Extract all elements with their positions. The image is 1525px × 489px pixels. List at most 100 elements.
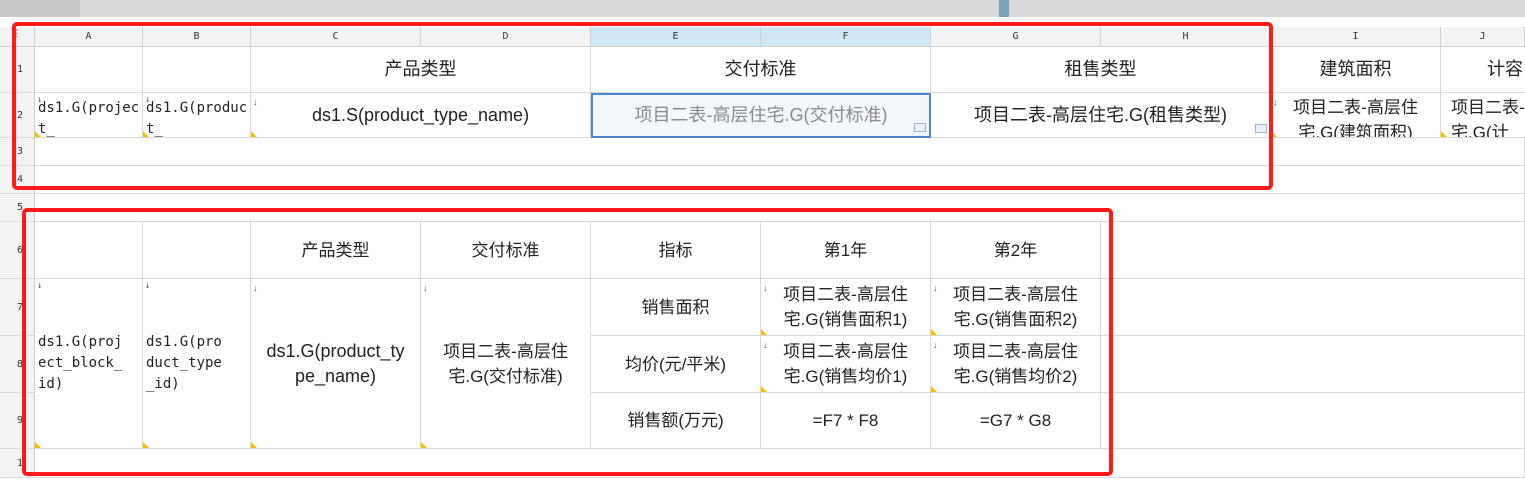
- cell-e1-delivery-standard[interactable]: 交付标准: [591, 47, 931, 93]
- row-header-8[interactable]: 8: [0, 336, 35, 393]
- cell-b2[interactable]: ↓ ds1.G(product_: [143, 93, 251, 138]
- row-header-3[interactable]: 3: [0, 138, 35, 166]
- cell-f8[interactable]: ↓ 项目二表-高层住宅.G(销售均价1): [761, 336, 931, 393]
- cell-g2[interactable]: 项目二表-高层住宅.G(租售类型): [931, 93, 1271, 138]
- cell-expand-icon: ↓: [933, 340, 938, 350]
- cell-g6-year2[interactable]: 第2年: [931, 222, 1101, 279]
- cell-g8[interactable]: ↓ 项目二表-高层住宅.G(销售均价2): [931, 336, 1101, 393]
- row-header-2[interactable]: 2: [0, 93, 35, 138]
- cell-i1-building-area[interactable]: 建筑面积: [1271, 47, 1441, 93]
- col-header-g[interactable]: G: [931, 27, 1101, 47]
- cell-b7-merged[interactable]: ↓ ds1.G(product_type_id): [143, 279, 251, 449]
- cell-b6[interactable]: [143, 222, 251, 279]
- cell-a6[interactable]: [35, 222, 143, 279]
- row-header-5[interactable]: 5: [0, 194, 35, 222]
- cell-b2-text: ds1.G(product_: [146, 100, 248, 137]
- cell-h9-empty[interactable]: [1101, 393, 1525, 449]
- cell-e7-sales-area[interactable]: 销售面积: [591, 279, 761, 336]
- cell-a2-text: ds1.G(project_: [38, 100, 140, 137]
- cell-expand-icon: ↓: [37, 95, 43, 105]
- cell-g7[interactable]: ↓ 项目二表-高层住宅.G(销售面积2): [931, 279, 1101, 336]
- cell-expand-icon: ↓: [37, 281, 43, 291]
- row-header-10[interactable]: 1: [0, 449, 35, 478]
- cell-e8-avg-price[interactable]: 均价(元/平米): [591, 336, 761, 393]
- cell-c2[interactable]: ↓ ds1.S(product_type_name): [251, 93, 591, 138]
- cell-i2-text: 项目二表-高层住宅.G(建筑面积): [1293, 98, 1418, 138]
- cell-g9-formula[interactable]: =G7 * G8: [931, 393, 1101, 449]
- dropdown-icon[interactable]: [914, 123, 926, 132]
- col-header-d[interactable]: D: [421, 27, 591, 47]
- cell-c6-product-type[interactable]: 产品类型: [251, 222, 421, 279]
- col-header-a[interactable]: A: [35, 27, 143, 47]
- row-header-9[interactable]: 9: [0, 393, 35, 449]
- cell-h8-empty[interactable]: [1101, 336, 1525, 393]
- cell-a7-merged[interactable]: ↓ ds1.G(project_block_id): [35, 279, 143, 449]
- cell-marker-icon: [1441, 131, 1447, 137]
- spreadsheet-grid[interactable]: A B C D E F G H I J 1 2 3 4 5 6 7 8 9 1 …: [0, 27, 1525, 489]
- cell-marker-icon: [1271, 131, 1277, 137]
- cell-b7-text: ds1.G(product_type_id): [146, 334, 222, 392]
- cell-b1[interactable]: [143, 47, 251, 93]
- cell-marker-icon: [931, 329, 937, 335]
- cell-a2[interactable]: ↓ ds1.G(project_: [35, 93, 143, 138]
- cell-marker-icon: [761, 386, 767, 392]
- cell-c7-merged[interactable]: ↓ ds1.G(product_type_name): [251, 279, 421, 449]
- cell-marker-icon: [143, 442, 149, 448]
- cell-j2[interactable]: 项目二表-高层住宅.G(计: [1441, 93, 1525, 138]
- cell-h7-empty[interactable]: [1101, 279, 1525, 336]
- col-header-b[interactable]: B: [143, 27, 251, 47]
- cell-marker-icon: [931, 386, 937, 392]
- col-header-h[interactable]: H: [1101, 27, 1271, 47]
- col-header-f[interactable]: F: [761, 27, 931, 47]
- cell-c7-text: ds1.G(product_type_name): [266, 340, 405, 386]
- cell-a1[interactable]: [35, 47, 143, 93]
- cell-d6-delivery-standard[interactable]: 交付标准: [421, 222, 591, 279]
- cell-d7-text: 项目二表-高层住宅.G(交付标准): [443, 341, 568, 386]
- cell-h6-empty[interactable]: [1101, 222, 1525, 279]
- row-5-empty[interactable]: [35, 194, 1525, 222]
- row-3-empty[interactable]: [35, 138, 1525, 166]
- cell-j1-metric[interactable]: 计容: [1441, 47, 1525, 93]
- row-header-4[interactable]: 4: [0, 166, 35, 194]
- col-header-c[interactable]: C: [251, 27, 421, 47]
- cell-expand-icon: ↓: [253, 283, 258, 293]
- col-header-e[interactable]: E: [591, 27, 761, 47]
- toolbar-strip: [0, 0, 1525, 17]
- select-all-corner[interactable]: [0, 27, 35, 47]
- col-header-j[interactable]: J: [1441, 27, 1525, 47]
- cell-e6-indicator[interactable]: 指标: [591, 222, 761, 279]
- cell-expand-icon: ↓: [145, 95, 151, 105]
- cell-expand-icon: ↓: [145, 281, 151, 291]
- row-10-empty[interactable]: [35, 449, 1525, 478]
- cell-f6-year1[interactable]: 第1年: [761, 222, 931, 279]
- cell-f8-text: 项目二表-高层住宅.G(销售均价1): [783, 342, 908, 386]
- cell-marker-icon: [421, 442, 427, 448]
- cell-e2-selected[interactable]: 项目二表-高层住宅.G(交付标准): [591, 93, 931, 138]
- scroll-marker[interactable]: [999, 0, 1009, 17]
- cell-expand-icon: ↓: [1273, 97, 1278, 107]
- cell-f9-formula[interactable]: =F7 * F8: [761, 393, 931, 449]
- col-header-i[interactable]: I: [1271, 27, 1441, 47]
- cell-expand-icon: ↓: [763, 283, 768, 293]
- cell-f7[interactable]: ↓ 项目二表-高层住宅.G(销售面积1): [761, 279, 931, 336]
- cell-g2-text: 项目二表-高层住宅.G(租售类型): [974, 104, 1227, 125]
- cell-marker-icon: [35, 442, 41, 448]
- row-4-empty[interactable]: [35, 166, 1525, 194]
- cell-marker-icon: [35, 131, 41, 137]
- cell-i2[interactable]: ↓ 项目二表-高层住宅.G(建筑面积): [1271, 93, 1441, 138]
- cell-e9-sales-amount[interactable]: 销售额(万元): [591, 393, 761, 449]
- row-header-7[interactable]: 7: [0, 279, 35, 336]
- cell-f7-text: 项目二表-高层住宅.G(销售面积1): [783, 285, 908, 329]
- cell-d7-merged[interactable]: ↓ 项目二表-高层住宅.G(交付标准): [421, 279, 591, 449]
- cell-c1-product-type[interactable]: 产品类型: [251, 47, 591, 93]
- row-header-6[interactable]: 6: [0, 222, 35, 279]
- cell-expand-icon: ↓: [423, 283, 428, 293]
- row-header-1[interactable]: 1: [0, 47, 35, 93]
- cell-a7-text: ds1.G(project_block_id): [38, 334, 123, 392]
- cell-g7-text: 项目二表-高层住宅.G(销售面积2): [953, 285, 1078, 329]
- cell-j2-text: 项目二表-高层住宅.G(计: [1451, 98, 1525, 138]
- cell-g1-rent-sale-type[interactable]: 租售类型: [931, 47, 1271, 93]
- dropdown-icon[interactable]: [1255, 124, 1267, 133]
- cell-g8-text: 项目二表-高层住宅.G(销售均价2): [953, 342, 1078, 386]
- cell-marker-icon: [251, 442, 257, 448]
